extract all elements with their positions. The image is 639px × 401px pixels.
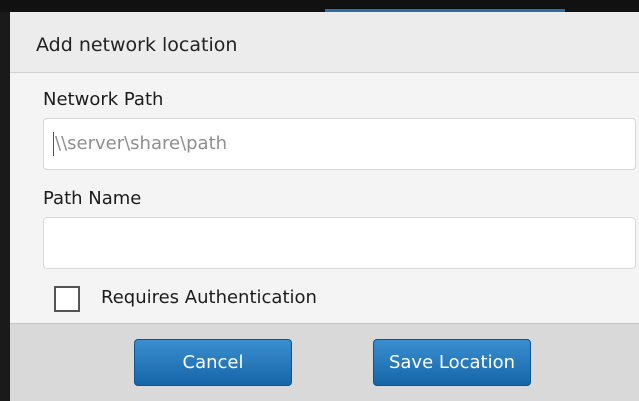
- dialog-footer: Cancel Save Location: [10, 323, 639, 401]
- path-name-label: Path Name: [43, 188, 142, 209]
- network-path-label: Network Path: [43, 89, 164, 110]
- dialog-header: Add network location: [10, 12, 639, 73]
- screen: Add network location Network Path \\serv…: [0, 0, 639, 401]
- background-app-strip: [0, 0, 639, 12]
- cancel-button[interactable]: Cancel: [134, 339, 292, 386]
- dialog-title: Add network location: [36, 34, 238, 56]
- add-network-location-dialog: Add network location Network Path \\serv…: [10, 12, 639, 401]
- save-location-button[interactable]: Save Location: [373, 339, 531, 386]
- network-path-placeholder: \\server\share\path: [55, 133, 228, 154]
- requires-authentication-checkbox[interactable]: [54, 286, 80, 312]
- path-name-input[interactable]: [43, 217, 636, 269]
- requires-authentication-label[interactable]: Requires Authentication: [101, 287, 317, 308]
- network-path-input[interactable]: \\server\share\path: [43, 118, 636, 170]
- text-cursor: [53, 132, 54, 156]
